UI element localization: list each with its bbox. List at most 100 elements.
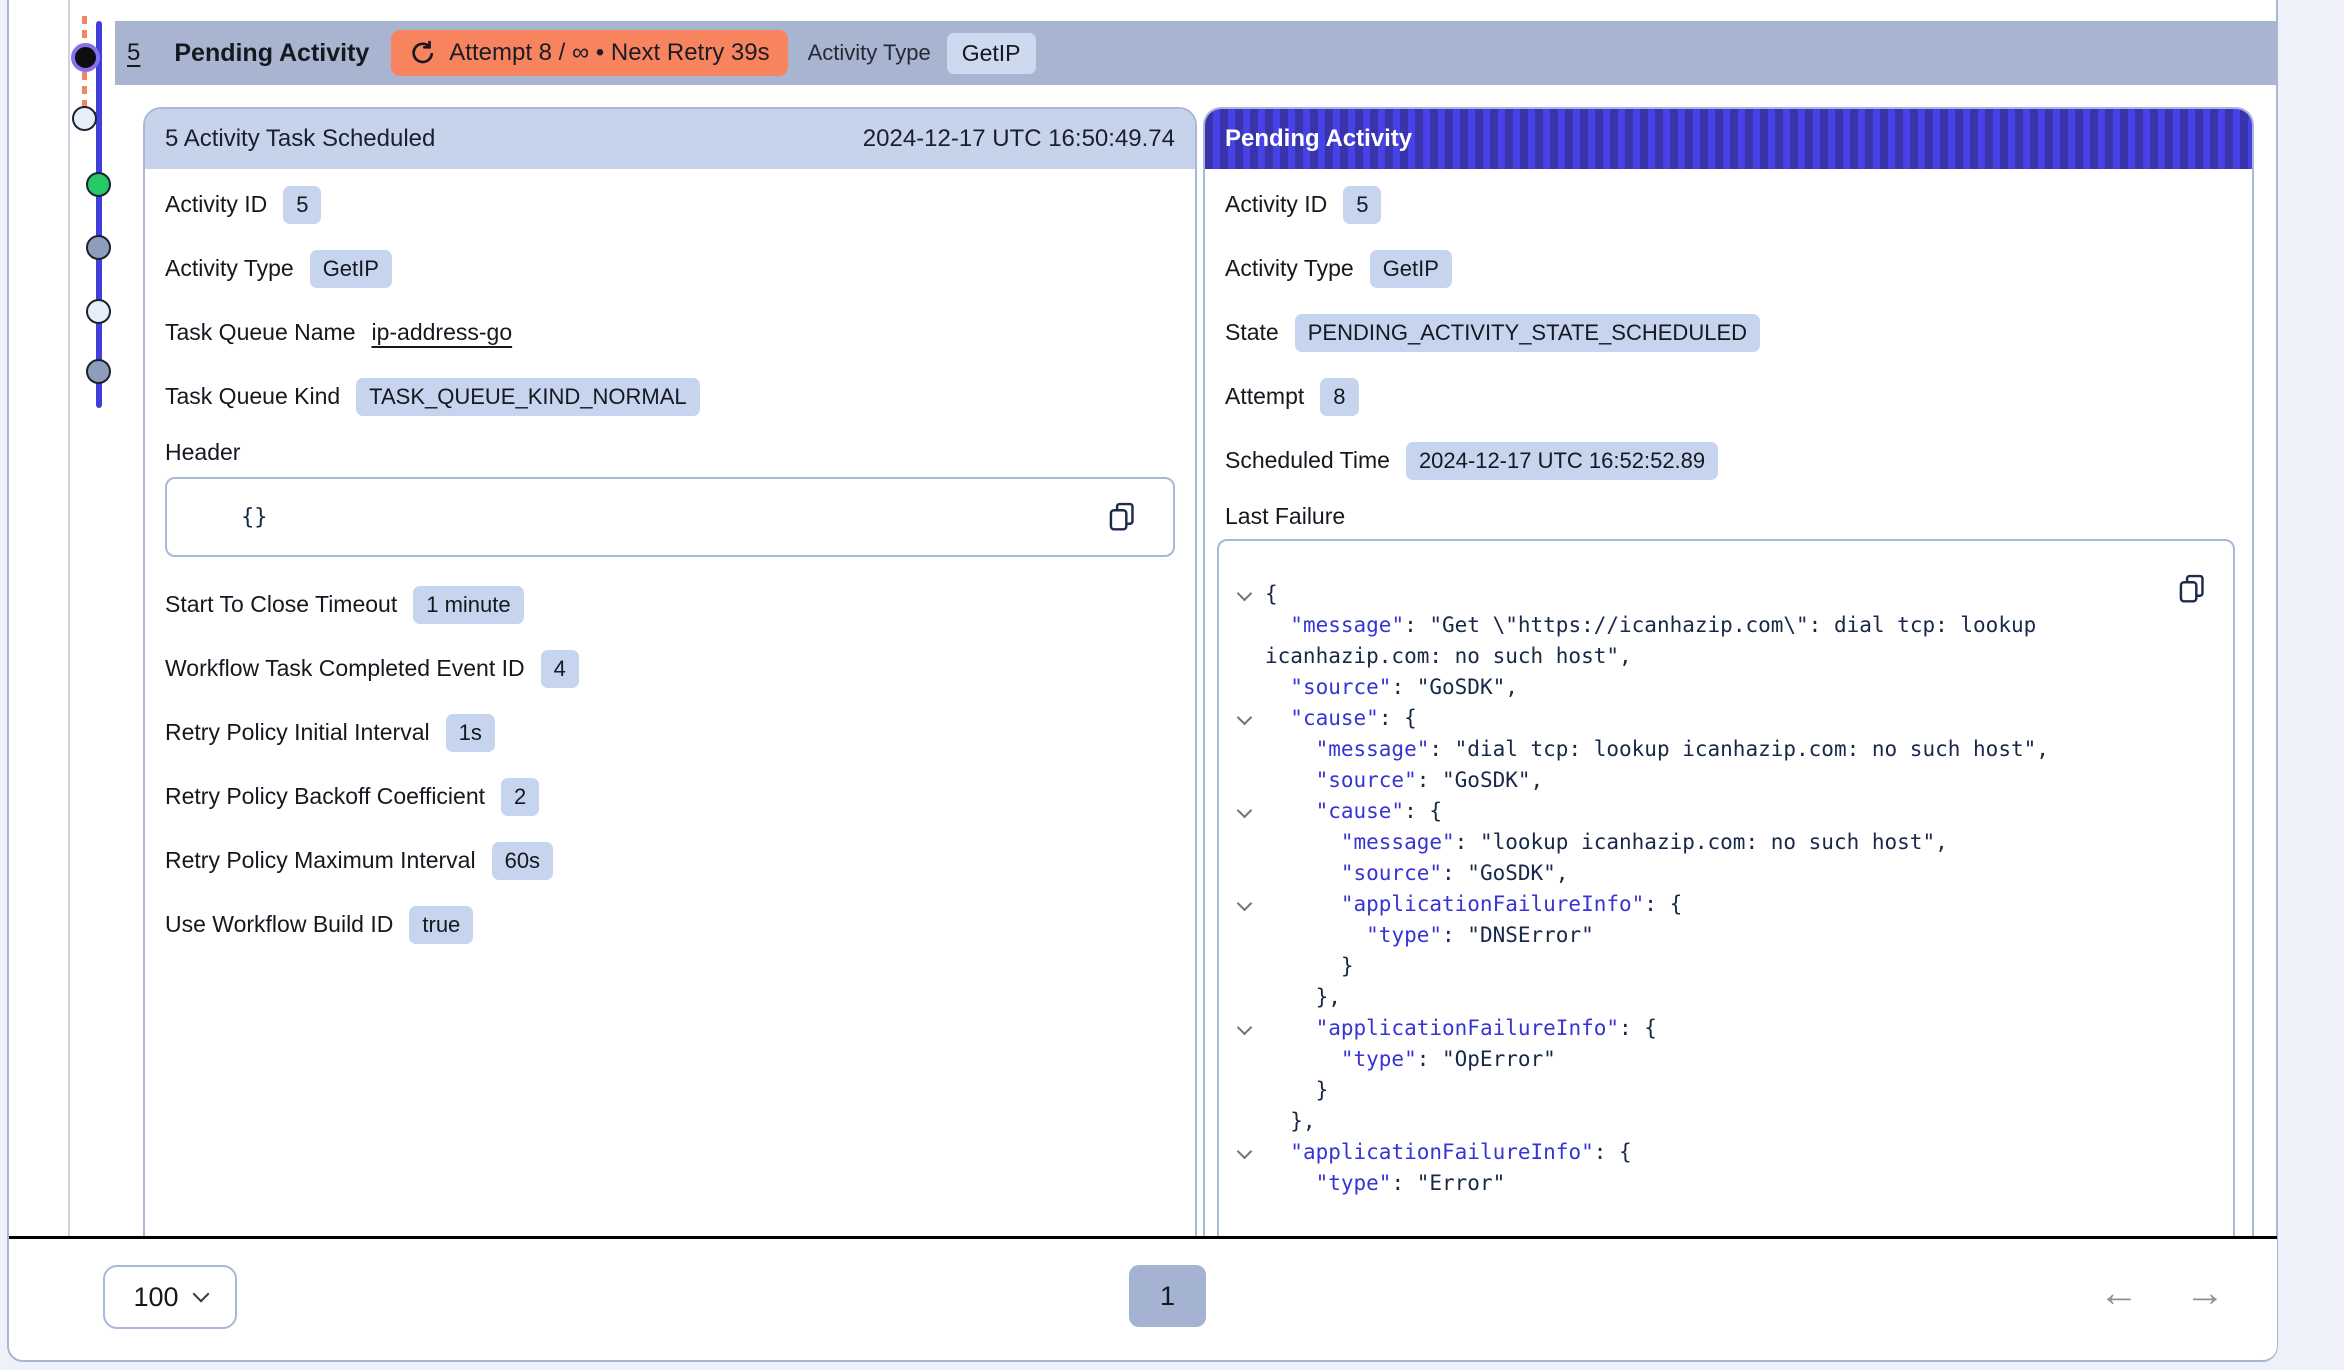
field-row: Activity TypeGetIP [165,247,1175,290]
field-value-badge: 5 [1343,186,1381,224]
code-line: "message": "dial tcp: lookup icanhazip.c… [1265,734,2213,765]
code-line: }, [1265,1106,2213,1137]
field-label: Task Queue Name [165,319,355,346]
event-detail-fields: Activity ID 5 Activity TypeGetIP Task Queue… [165,183,1175,418]
event-detail-fields-more: Start To Close Timeout1 minute Workflow T… [165,583,1175,946]
field-label: Start To Close Timeout [165,591,397,618]
field-value-badge: 4 [541,650,579,688]
collapse-chevron-icon[interactable] [1237,803,1253,819]
event-title: Pending Activity [174,39,369,68]
code-line: "type": "Error" [1265,1168,2213,1199]
collapse-chevron-icon[interactable] [1237,896,1253,912]
page-number-button[interactable]: 1 [1129,1265,1206,1327]
event-detail-panel: 5 Activity Task Scheduled 2024-12-17 UTC… [143,107,1197,1236]
code-line: "applicationFailureInfo": { [1265,1137,2213,1168]
field-label: Activity Type [1225,255,1354,282]
field-row: Start To Close Timeout1 minute [165,583,1175,626]
field-value-badge: 1s [446,714,495,752]
collapse-chevron-icon[interactable] [1237,710,1253,726]
header-code-value: {} [167,505,268,530]
prev-page-arrow[interactable]: ← [2099,1273,2139,1313]
event-dot[interactable] [86,235,111,260]
retry-badge-text: Attempt 8 / ∞ • Next Retry 39s [449,39,769,67]
event-detail-body: Activity ID 5 Activity TypeGetIP Task Queue… [145,169,1195,946]
activity-type-label: Activity Type [808,40,931,66]
page-size-value: 100 [133,1282,178,1313]
event-dot-current[interactable] [71,43,100,72]
event-dot[interactable] [72,106,97,131]
field-value-badge: TASK_QUEUE_KIND_NORMAL [356,378,699,416]
page-size-select[interactable]: 100 [103,1265,237,1329]
code-line: "message": "Get \"https://icanhazip.com\… [1265,610,2213,641]
code-line: "applicationFailureInfo": { [1265,889,2213,920]
collapse-chevron-icon[interactable] [1237,1144,1253,1160]
timeline-line [96,21,102,408]
field-label: Retry Policy Maximum Interval [165,847,476,874]
pagination-footer: 100 1 ← → [9,1236,2277,1360]
event-row-header[interactable]: 5 Pending Activity Attempt 8 / ∞ • Next … [115,21,2277,85]
field-label: Retry Policy Initial Interval [165,719,430,746]
task-queue-link[interactable]: ip-address-go [371,319,512,346]
header-section-label: Header [165,439,1175,469]
code-line: } [1265,1075,2213,1106]
field-row: Activity Type GetIP [1225,247,2232,290]
field-label: Scheduled Time [1225,447,1390,474]
pending-activity-panel: Pending Activity Activity ID 5 Activity Ty… [1203,107,2254,1236]
code-line: { [1265,579,2213,610]
event-dot[interactable] [86,359,111,384]
field-label: Attempt [1225,383,1304,410]
code-line: "cause": { [1265,703,2213,734]
pending-activity-title: Pending Activity [1225,125,1412,153]
field-label: State [1225,319,1279,346]
copy-icon [1107,501,1137,533]
field-label: Activity ID [165,191,267,218]
field-row: Retry Policy Initial Interval 1s [165,711,1175,754]
field-value-badge: PENDING_ACTIVITY_STATE_SCHEDULED [1295,314,1760,352]
field-value-badge: GetIP [1370,250,1452,288]
field-row: Activity ID 5 [165,183,1175,226]
pending-activity-panel-header: Pending Activity [1205,109,2252,169]
page: 5 Pending Activity Attempt 8 / ∞ • Next … [0,0,2344,1370]
next-page-arrow[interactable]: → [2185,1273,2225,1313]
field-value-badge: GetIP [310,250,392,288]
field-value-badge: 5 [283,186,321,224]
field-label: Use Workflow Build ID [165,911,393,938]
field-value-badge: 60s [492,842,553,880]
code-line: "source": "GoSDK", [1265,672,2213,703]
copy-button[interactable] [1107,501,1137,533]
event-id-link[interactable]: 5 [127,39,140,67]
code-line: "source": "GoSDK", [1265,858,2213,889]
field-value-badge: 2 [501,778,539,816]
field-row: Task Queue KindTASK_QUEUE_KIND_NORMAL [165,375,1175,418]
code-line: "source": "GoSDK", [1265,765,2213,796]
field-value-badge: 2024-12-17 UTC 16:52:52.89 [1406,442,1718,480]
chevron-down-icon [192,1286,209,1303]
field-row: Scheduled Time 2024-12-17 UTC 16:52:52.89 [1225,439,2232,482]
code-line: "type": "OpError" [1265,1044,2213,1075]
field-row: Task Queue Name ip-address-go [165,311,1175,354]
field-row: Attempt 8 [1225,375,2232,418]
field-row: Use Workflow Build ID true [165,903,1175,946]
code-line: "message": "lookup icanhazip.com: no suc… [1265,827,2213,858]
code-line: }, [1265,982,2213,1013]
field-value-badge: 8 [1320,378,1358,416]
collapse-chevron-icon[interactable] [1237,586,1253,602]
event-dot-success[interactable] [86,172,111,197]
collapse-chevron-icon[interactable] [1237,1020,1253,1036]
pending-activity-body: Activity ID 5 Activity Type GetIP State PENDI… [1205,169,2252,1236]
code-line: "applicationFailureInfo": { [1265,1013,2213,1044]
field-label: Retry Policy Backoff Coefficient [165,783,485,810]
event-dot[interactable] [86,299,111,324]
last-failure-label: Last Failure [1225,503,2232,533]
code-line: "cause": { [1265,796,2213,827]
field-value-badge: true [409,906,473,944]
code-line: "type": "DNSError" [1265,920,2213,951]
field-label: Activity ID [1225,191,1327,218]
timeline-gutter-divider [68,0,70,1236]
retry-icon [409,39,437,67]
field-label: Workflow Task Completed Event ID [165,655,525,682]
header-code-box: {} [165,477,1175,557]
field-row: Workflow Task Completed Event ID 4 [165,647,1175,690]
code-line: } [1265,951,2213,982]
field-row: Activity ID 5 [1225,183,2232,226]
